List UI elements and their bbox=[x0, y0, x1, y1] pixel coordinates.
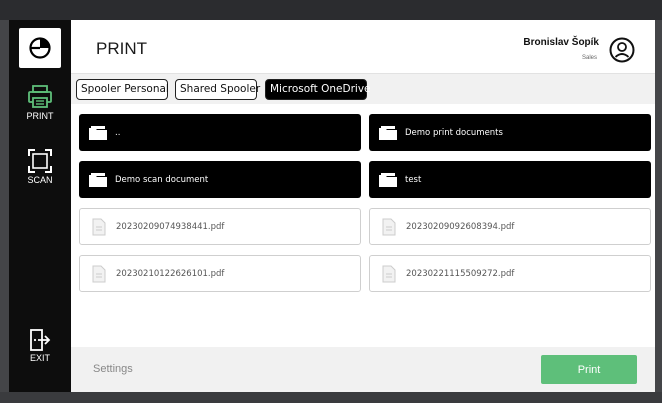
nav-exit-label: EXIT bbox=[29, 353, 50, 363]
sidebar: PRINT SCAN EXIT bbox=[9, 20, 71, 392]
file-label: 20230210122626101.pdf bbox=[116, 268, 225, 279]
folder-label: Demo print documents bbox=[405, 127, 503, 138]
file-item[interactable]: 20230221115509272.pdf bbox=[369, 255, 651, 292]
pie-chart-icon bbox=[29, 37, 51, 59]
header: PRINT Bronislav Šopík Sales bbox=[71, 20, 655, 74]
file-item[interactable]: 20230209092608394.pdf bbox=[369, 208, 651, 245]
document-icon bbox=[378, 265, 400, 283]
window-bottom-bar bbox=[0, 392, 662, 403]
file-label: 20230209074938441.pdf bbox=[116, 221, 225, 232]
printer-icon bbox=[28, 85, 52, 108]
folder-item-test[interactable]: test bbox=[369, 161, 651, 198]
document-icon bbox=[88, 218, 110, 236]
user-role: Sales bbox=[581, 55, 597, 61]
nav-scan[interactable]: SCAN bbox=[9, 148, 71, 185]
exit-icon bbox=[30, 329, 51, 351]
nav-exit[interactable]: EXIT bbox=[9, 328, 71, 363]
folder-label: Demo scan document bbox=[115, 174, 209, 185]
folder-item-parent[interactable]: .. bbox=[79, 114, 361, 151]
folder-icon bbox=[377, 171, 399, 189]
user-avatar-icon[interactable] bbox=[609, 37, 635, 63]
tab-shared-spooler[interactable]: Shared Spooler bbox=[175, 79, 260, 100]
main-panel: PRINT Bronislav Šopík Sales Spooler Pers… bbox=[71, 20, 655, 392]
folder-label: .. bbox=[115, 127, 121, 138]
file-label: 20230209092608394.pdf bbox=[406, 221, 515, 232]
folder-item-demo-print[interactable]: Demo print documents bbox=[369, 114, 651, 151]
nav-scan-label: SCAN bbox=[27, 175, 53, 185]
scan-icon bbox=[28, 149, 52, 173]
tab-microsoft-onedrive[interactable]: Microsoft OneDrive bbox=[265, 79, 371, 100]
footer: Settings Print bbox=[71, 347, 655, 392]
page-title: PRINT bbox=[96, 39, 147, 58]
settings-link[interactable]: Settings bbox=[93, 363, 133, 375]
file-item[interactable]: 20230210122626101.pdf bbox=[79, 255, 361, 292]
nav-print[interactable]: PRINT bbox=[9, 84, 71, 121]
tab-spooler-personal[interactable]: Spooler Personal bbox=[76, 79, 169, 100]
folder-icon bbox=[377, 124, 399, 142]
folder-item-demo-scan[interactable]: Demo scan document bbox=[79, 161, 361, 198]
print-button[interactable]: Print bbox=[541, 355, 637, 384]
document-icon bbox=[378, 218, 400, 236]
user-name: Bronislav Šopík bbox=[523, 37, 599, 48]
document-icon bbox=[88, 265, 110, 283]
folder-icon bbox=[87, 171, 109, 189]
folder-label: test bbox=[405, 174, 422, 185]
nav-print-label: PRINT bbox=[26, 111, 54, 121]
file-item[interactable]: 20230209074938441.pdf bbox=[79, 208, 361, 245]
window-top-bar bbox=[0, 0, 662, 20]
file-label: 20230221115509272.pdf bbox=[406, 268, 515, 279]
folder-icon bbox=[87, 124, 109, 142]
app-logo bbox=[19, 28, 61, 68]
source-tabs: Spooler Personal Shared Spooler Microsof… bbox=[71, 74, 655, 104]
